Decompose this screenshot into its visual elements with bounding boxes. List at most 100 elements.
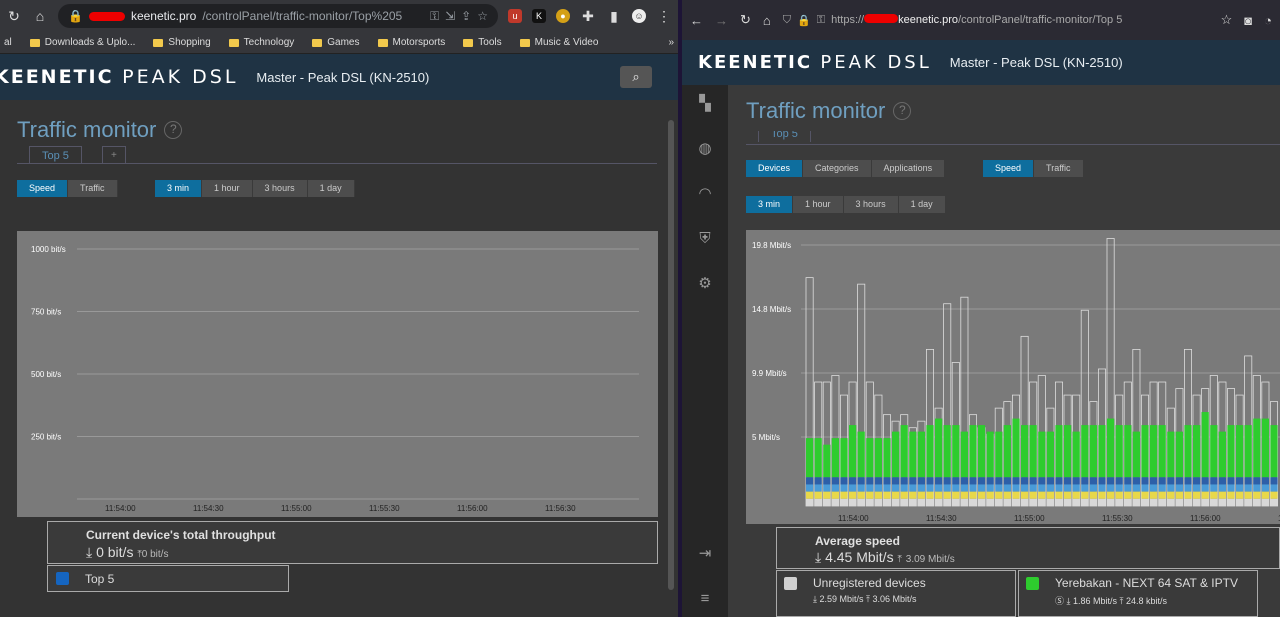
star-icon[interactable]: ☆ <box>1221 12 1233 28</box>
device-speed-bar <box>1124 477 1132 485</box>
forward-icon[interactable]: → <box>715 13 728 28</box>
help-icon[interactable]: ? <box>164 121 183 139</box>
device-speed-bar <box>969 484 977 492</box>
device-speed-bar <box>806 484 814 492</box>
device-speed-bar <box>1115 491 1123 499</box>
device-speed-bar <box>1081 498 1089 506</box>
device-speed-bar <box>995 431 1003 478</box>
device-speed-bar <box>1029 477 1037 485</box>
device-speed-bar <box>1201 498 1209 506</box>
bookmark-item[interactable]: Downloads & Uplo... <box>29 37 135 48</box>
device-speed-bar <box>1210 498 1218 506</box>
router-header: KEENETIC PEAK DSL Master - Peak DSL (KN-… <box>682 40 1280 85</box>
range-1hour-button[interactable]: 1 hour <box>793 196 844 213</box>
device-speed-bar <box>849 491 857 499</box>
bookmarks-overflow-button[interactable]: » <box>668 37 674 48</box>
extension-badge-icon[interactable]: ● <box>556 9 570 23</box>
range-3min-button[interactable]: 3 min <box>746 196 794 213</box>
internet-globe-icon[interactable]: ◍ <box>696 140 714 158</box>
hamburger-menu-icon[interactable]: ≡ <box>696 590 714 608</box>
tab-top5[interactable]: Top 5 <box>758 131 811 142</box>
reload-icon[interactable]: ↻ <box>6 8 22 25</box>
dashboard-icon[interactable]: ▚ <box>696 95 714 113</box>
bookmark-item[interactable]: Tools <box>463 37 502 48</box>
legend-item-top5[interactable]: Top 5 <box>47 565 289 592</box>
device-speed-bar <box>1193 425 1201 478</box>
device-speed-bar <box>1167 431 1175 478</box>
throughput-title: Current device's total throughput <box>86 528 276 542</box>
bookmark-item[interactable]: Music & Video <box>519 37 598 48</box>
star-icon[interactable]: ☆ <box>477 9 488 23</box>
help-icon[interactable]: ? <box>893 102 912 120</box>
share-icon[interactable]: ⇪ <box>461 9 471 23</box>
range-1day-button[interactable]: 1 day <box>307 180 355 197</box>
menu-icon[interactable]: ⋮ <box>656 8 672 25</box>
traffic-button[interactable]: Traffic <box>68 180 118 197</box>
device-speed-bar <box>1081 425 1089 478</box>
bookmark-item[interactable]: Technology <box>228 37 294 48</box>
device-speed-bar <box>995 484 1003 492</box>
address-bar[interactable]: ⛉ 🔒 ⚿ https:// keenetic.pro/controlPanel/… <box>783 14 1209 27</box>
device-speed-bar <box>1218 491 1226 499</box>
device-speed-bar <box>986 477 994 485</box>
profile-avatar[interactable]: ☺ <box>632 9 646 23</box>
device-speed-bar <box>823 498 831 506</box>
device-card[interactable]: Unregistered devices ⤓ 2.59 Mbit/s ⤒ 3.0… <box>776 570 1016 617</box>
device-speed-bar <box>986 491 994 499</box>
avg-down: 4.45 Mbit/s <box>825 549 894 565</box>
shield-icon: ⛉ <box>782 13 792 26</box>
x-tick-label: 11:54:00 <box>838 514 869 523</box>
search-button[interactable]: ⌕ <box>620 66 652 88</box>
range-1day-button[interactable]: 1 day <box>898 196 946 213</box>
device-speed-bar <box>917 431 925 478</box>
device-speed-bar <box>1218 477 1226 485</box>
back-icon[interactable]: ← <box>690 13 703 28</box>
bookmark-item[interactable]: Motorsports <box>377 37 445 48</box>
range-3hours-button[interactable]: 3 hours <box>843 196 899 213</box>
device-speed-bar <box>960 477 968 485</box>
bookmark-item[interactable]: Shopping <box>153 37 211 48</box>
device-speed-bar <box>1227 425 1235 478</box>
settings-gear-icon[interactable]: ⚙ <box>696 275 714 293</box>
device-speed-bar <box>1072 484 1080 492</box>
profile-icon[interactable]: ◔ <box>1264 13 1272 28</box>
categories-button[interactable]: Categories <box>803 160 872 177</box>
folder-icon <box>153 38 164 47</box>
ublock-icon[interactable]: u <box>508 9 522 23</box>
home-icon[interactable]: ⌂ <box>32 8 48 24</box>
device-card[interactable]: Yerebakan - NEXT 64 SAT & IPTV Ⓢ ⤓ 1.86 … <box>1018 570 1258 617</box>
pocket-icon[interactable]: ◙ <box>1244 13 1252 28</box>
device-speed-bar <box>1150 491 1158 499</box>
address-bar[interactable]: 🔒 keenetic.pro/controlPanel/traffic-moni… <box>58 4 498 28</box>
home-icon[interactable]: ⌂ <box>763 13 771 28</box>
page-scrollbar[interactable] <box>668 120 674 590</box>
wifi-icon[interactable]: ◠ <box>696 185 714 203</box>
bookmark-item[interactable]: al <box>4 37 12 48</box>
device-speed-bar <box>1124 425 1132 478</box>
bookmark-item[interactable]: Games <box>312 37 360 48</box>
device-speed-bar <box>874 498 882 506</box>
x-tick-label: 11:54:00 <box>105 504 136 513</box>
traffic-button[interactable]: Traffic <box>1034 160 1084 177</box>
k-extension-icon[interactable]: K <box>532 9 546 23</box>
range-3hours-button[interactable]: 3 hours <box>252 180 308 197</box>
sidebar-icon[interactable]: ▮ <box>606 8 622 25</box>
applications-button[interactable]: Applications <box>871 160 946 177</box>
device-speed-bar <box>892 491 900 499</box>
reload-icon[interactable]: ↻ <box>740 12 751 28</box>
security-shield-icon[interactable]: ⛨ <box>696 230 714 248</box>
tab-add-button[interactable]: + <box>102 146 126 164</box>
logout-icon[interactable]: ⇥ <box>696 545 714 563</box>
x-tick-label: 11:55:00 <box>281 504 312 513</box>
time-range-toggle: 3 min 1 hour 3 hours 1 day <box>155 180 355 197</box>
key-icon[interactable]: ⚿ <box>430 9 439 24</box>
speed-button[interactable]: Speed <box>983 160 1035 177</box>
devices-button[interactable]: Devices <box>746 160 804 177</box>
puzzle-icon[interactable]: ✚ <box>580 8 596 25</box>
range-3min-button[interactable]: 3 min <box>155 180 203 197</box>
range-1hour-button[interactable]: 1 hour <box>202 180 253 197</box>
install-icon[interactable]: ⇲ <box>445 9 455 23</box>
speed-button[interactable]: Speed <box>17 180 69 197</box>
tab-top5[interactable]: Top 5 <box>29 146 82 164</box>
avg-speed-values: ⤓ 4.45 Mbit/s ⤒ 3.09 Mbit/s <box>815 549 955 566</box>
